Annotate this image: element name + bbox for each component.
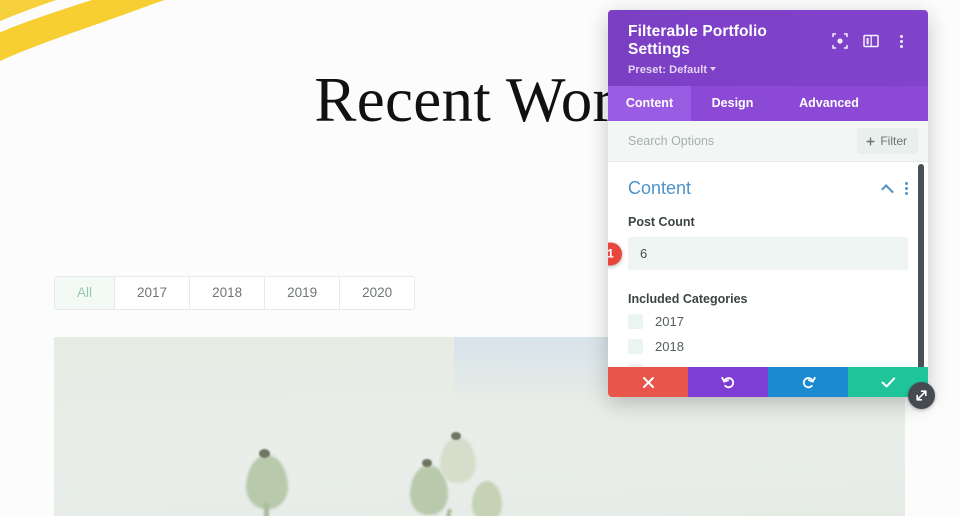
modal-header-icons [831, 33, 910, 50]
modal-header: Filterable Portfolio Settings Preset: De… [608, 10, 928, 86]
chevron-down-icon [710, 67, 717, 71]
plant-pod [472, 481, 502, 516]
search-options-row: Filter [608, 121, 928, 162]
category-label: 2019 [655, 364, 684, 367]
plus-icon [866, 137, 875, 145]
category-label: 2017 [655, 314, 684, 329]
layout-icon[interactable] [862, 33, 879, 50]
modal-action-bar [608, 367, 928, 397]
section-controls [881, 182, 908, 197]
plant-pod-tip [422, 459, 432, 467]
section-title: Content [628, 178, 692, 198]
post-count-input[interactable] [628, 237, 908, 270]
modal-body: Content Post Count 1 Included Categories… [608, 162, 928, 367]
modal-resize-handle[interactable] [908, 382, 935, 409]
portfolio-filter-2017[interactable]: 2017 [115, 277, 191, 309]
close-icon [642, 376, 654, 388]
focus-icon[interactable] [831, 33, 848, 50]
checkbox-2019[interactable] [628, 364, 643, 367]
preset-label: Preset: Default [628, 64, 708, 76]
checkmark-icon [881, 376, 895, 387]
modal-title-row: Filterable Portfolio Settings [628, 23, 912, 59]
modal-scrollbar[interactable] [918, 162, 924, 367]
more-options-icon[interactable] [893, 33, 910, 50]
undo-icon [720, 376, 734, 388]
add-filter-button[interactable]: Filter [857, 128, 918, 154]
plant-stem [264, 503, 269, 516]
plant-pod [440, 437, 476, 483]
checkbox-2017[interactable] [628, 314, 643, 329]
tab-content[interactable]: Content [608, 86, 691, 121]
portfolio-filter-2018[interactable]: 2018 [190, 277, 266, 309]
category-option-2018[interactable]: 2018 [628, 339, 908, 354]
plant-stem [444, 508, 452, 516]
portfolio-filter-all[interactable]: All [55, 277, 116, 309]
checkbox-2018[interactable] [628, 339, 643, 354]
add-filter-label: Filter [880, 134, 907, 148]
portfolio-filter-2020[interactable]: 2020 [340, 277, 415, 309]
plant-pod-tip [259, 449, 270, 458]
post-count-label: Post Count [628, 215, 695, 229]
resize-diagonal-icon [916, 390, 927, 401]
search-input[interactable] [628, 134, 858, 148]
plant-pod-tip [451, 432, 461, 440]
step-badge: 1 [608, 242, 622, 265]
category-option-2019[interactable]: 2019 [628, 364, 908, 367]
chevron-up-icon[interactable] [881, 183, 894, 197]
scrollbar-thumb[interactable] [918, 164, 924, 367]
portfolio-filter-2019[interactable]: 2019 [265, 277, 341, 309]
cancel-button[interactable] [608, 367, 688, 397]
category-label: 2018 [655, 339, 684, 354]
redo-icon [802, 376, 816, 388]
included-categories-label: Included Categories [628, 292, 748, 306]
tab-design[interactable]: Design [691, 86, 774, 121]
modal-title: Filterable Portfolio Settings [628, 23, 767, 58]
category-option-2017[interactable]: 2017 [628, 314, 908, 329]
post-count-field-wrap: 1 [608, 237, 908, 270]
more-options-icon[interactable] [905, 182, 908, 195]
plant-pod [246, 455, 288, 509]
redo-button[interactable] [768, 367, 848, 397]
content-section-header: Content [628, 178, 908, 215]
portfolio-filter-bar: All 2017 2018 2019 2020 [54, 276, 416, 310]
undo-button[interactable] [688, 367, 768, 397]
preset-selector[interactable]: Preset: Default [628, 64, 912, 76]
module-settings-modal: Filterable Portfolio Settings Preset: De… [608, 10, 928, 397]
modal-tab-bar: Content Design Advanced [608, 86, 928, 121]
tab-advanced[interactable]: Advanced [774, 86, 884, 121]
